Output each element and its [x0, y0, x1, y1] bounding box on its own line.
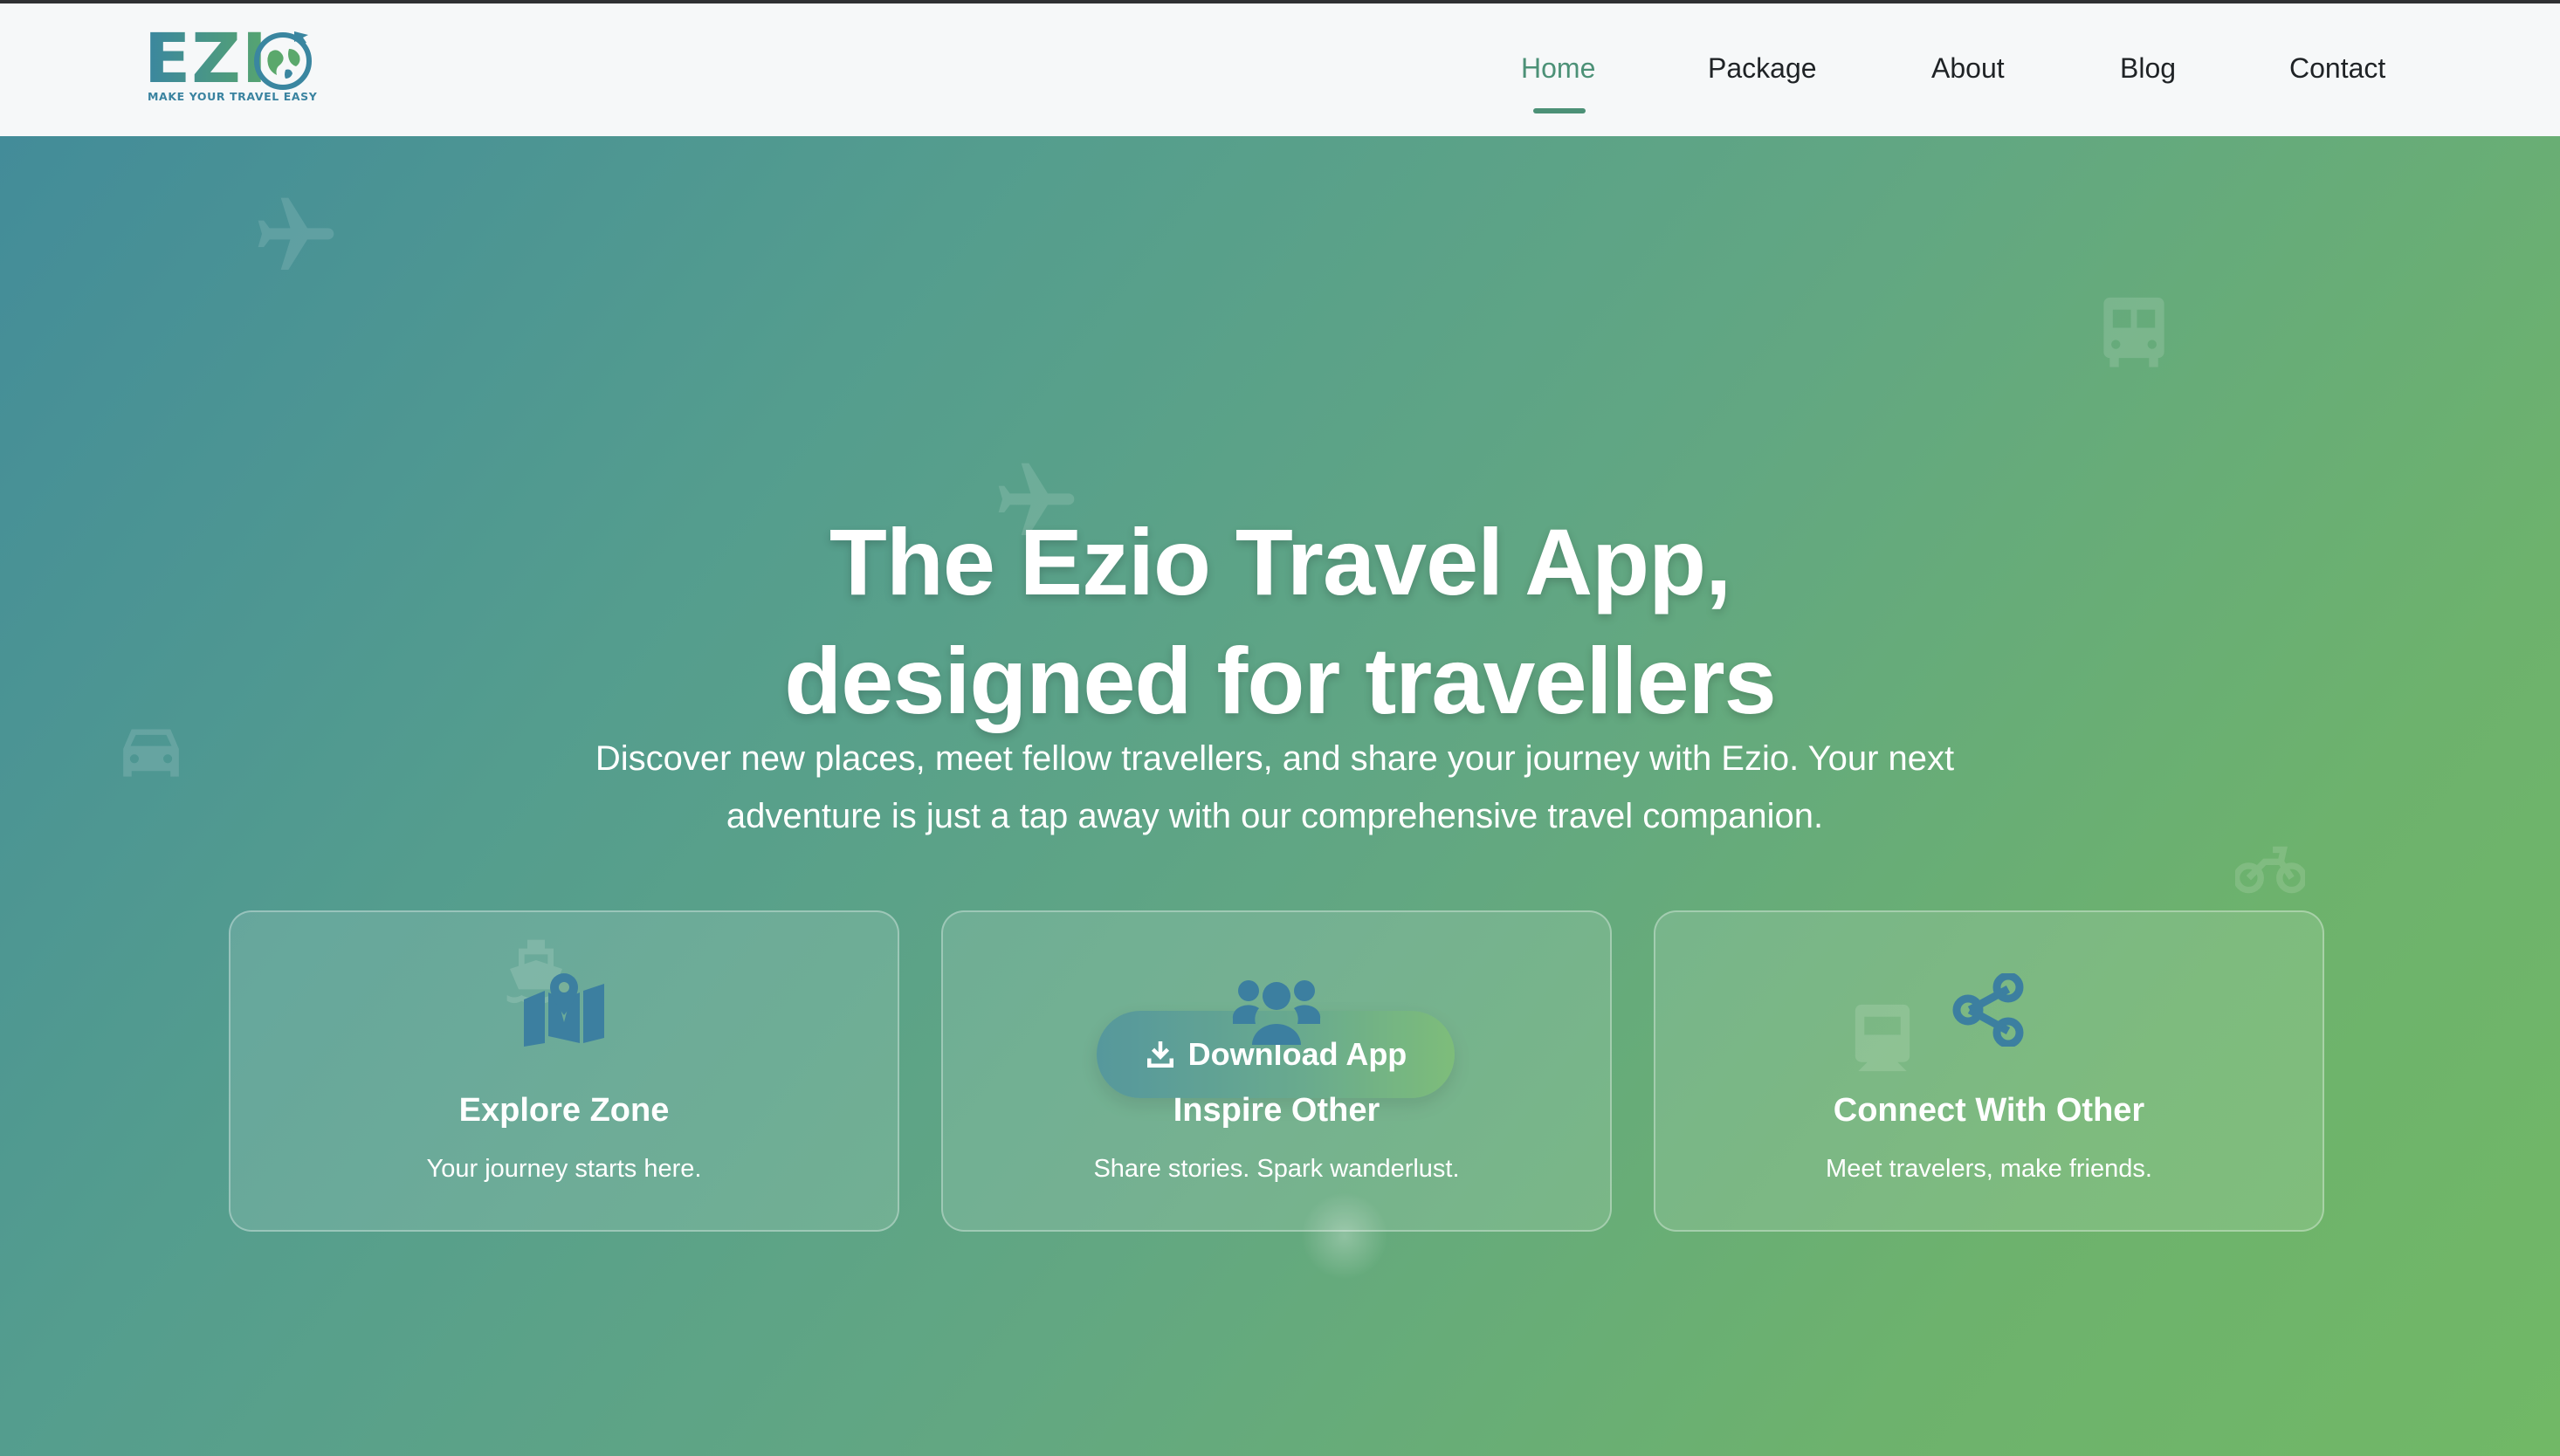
motorcycle-icon — [2235, 840, 2305, 897]
hero-title-line2: designed for travellers — [784, 628, 1776, 733]
globe-icon — [251, 26, 315, 91]
feature-card-explore[interactable]: Explore Zone Your journey starts here. — [229, 910, 899, 1232]
logo-tagline: MAKE YOUR TRAVEL EASY — [148, 90, 318, 103]
feature-card-inspire[interactable]: Inspire Other Share stories. Spark wande… — [941, 910, 1612, 1232]
hero-title: The Ezio Travel App, designed for travel… — [0, 503, 2560, 740]
feature-subtitle: Your journey starts here. — [426, 1155, 702, 1183]
nav-blog[interactable]: Blog — [2120, 52, 2176, 85]
nav-home[interactable]: Home — [1521, 52, 1595, 85]
hero-description: Discover new places, meet fellow travell… — [595, 739, 1955, 835]
bus-icon — [2097, 292, 2171, 370]
plane-icon — [246, 190, 346, 281]
nav-active-indicator — [1533, 108, 1586, 113]
page: EZI MAKE YOUR TRAVEL EASY Home Package A… — [0, 0, 2560, 1456]
feature-title: Inspire Other — [1173, 1092, 1380, 1129]
feature-title: Explore Zone — [458, 1092, 670, 1129]
hero-section: The Ezio Travel App, designed for travel… — [0, 136, 2560, 1456]
map-pin-icon — [231, 973, 898, 1047]
feature-subtitle: Meet travelers, make friends. — [1826, 1155, 2152, 1183]
nav-package[interactable]: Package — [1708, 52, 1817, 85]
logo-wordmark: EZI — [144, 20, 268, 99]
hero-title-line1: The Ezio Travel App, — [829, 509, 1731, 615]
nav-about[interactable]: About — [1931, 52, 2005, 85]
feature-title: Connect With Other — [1833, 1092, 2145, 1129]
nav-contact[interactable]: Contact — [2289, 52, 2385, 85]
share-icon — [1655, 973, 2323, 1047]
users-icon — [943, 973, 1610, 1047]
logo[interactable]: EZI MAKE YOUR TRAVEL EASY — [144, 24, 319, 105]
feature-subtitle: Share stories. Spark wanderlust. — [1093, 1155, 1460, 1183]
navbar: EZI MAKE YOUR TRAVEL EASY Home Package A… — [0, 3, 2560, 136]
feature-card-connect[interactable]: Connect With Other Meet travelers, make … — [1654, 910, 2324, 1232]
